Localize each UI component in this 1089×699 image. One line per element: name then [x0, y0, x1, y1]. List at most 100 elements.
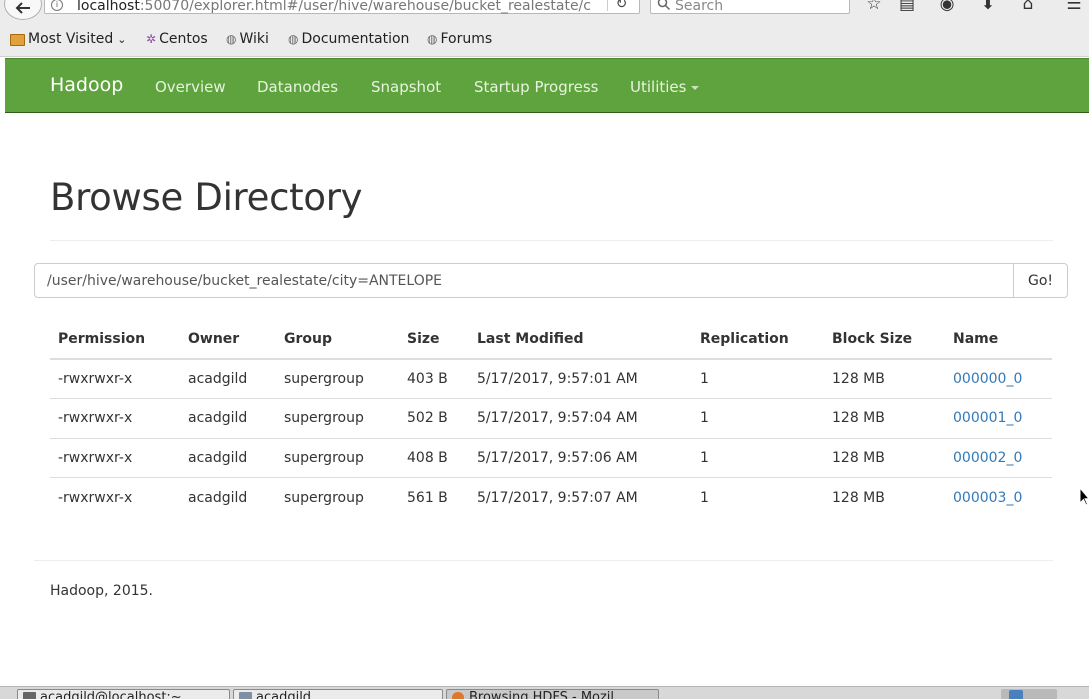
- col-size[interactable]: Size: [399, 319, 469, 360]
- cell-last-modified: 5/17/2017, 9:57:07 AM: [477, 489, 638, 506]
- cell-group: supergroup: [276, 398, 399, 439]
- page-title: Browse Directory: [50, 176, 363, 219]
- file-link[interactable]: 000003_0: [953, 490, 1022, 506]
- workspace-icon: [1009, 690, 1023, 699]
- globe-icon: ◍: [288, 32, 299, 46]
- folder-icon: [10, 34, 25, 46]
- nav-utilities[interactable]: Utilities: [630, 78, 700, 96]
- globe-icon: ◍: [226, 32, 237, 46]
- table-header-row: Permission Owner Group Size Last Modifie…: [50, 319, 1052, 360]
- address-bar[interactable]: i localhost:50070/explorer.html#/user/hi…: [44, 0, 640, 14]
- col-permission[interactable]: Permission: [50, 319, 180, 360]
- cell-name: 000003_0: [945, 478, 1052, 518]
- chevron-down-icon: ⌄: [117, 32, 127, 46]
- task-file-manager[interactable]: acadgild: [233, 689, 443, 699]
- nav-startup-progress[interactable]: Startup Progress: [474, 78, 598, 96]
- cell-last-modified: 5/17/2017, 9:57:01 AM: [469, 359, 692, 399]
- file-link[interactable]: 000001_0: [953, 410, 1022, 426]
- cell-last-modified: 5/17/2017, 9:57:04 AM: [469, 398, 692, 439]
- cell-group: supergroup: [284, 489, 364, 506]
- mouse-cursor-icon: [1079, 487, 1089, 506]
- cell-replication: 1: [700, 489, 709, 506]
- cell-permission: -rwxrwxr-x: [50, 398, 180, 439]
- cell-name: 000000_0: [945, 359, 1052, 399]
- centos-icon: ✲: [146, 32, 157, 46]
- divider: [50, 240, 1053, 241]
- directory-path-input[interactable]: [34, 263, 1014, 298]
- taskbar: acadgild@localhost:~ acadgild Browsing H…: [0, 686, 1089, 699]
- file-link[interactable]: 000002_0: [953, 450, 1022, 466]
- nav-overview[interactable]: Overview: [155, 78, 226, 96]
- cell-replication: 1: [692, 438, 824, 478]
- col-block-size[interactable]: Block Size: [824, 319, 945, 360]
- file-table: Permission Owner Group Size Last Modifie…: [50, 319, 1052, 517]
- navbar: Hadoop Overview Datanodes Snapshot Start…: [5, 58, 1089, 113]
- cell-name: 000002_0: [945, 438, 1052, 478]
- cell-block-size: 128 MB: [824, 398, 945, 439]
- firefox-icon: [452, 692, 464, 699]
- col-group[interactable]: Group: [276, 319, 399, 360]
- nav-snapshot[interactable]: Snapshot: [371, 78, 441, 96]
- caret-down-icon: [691, 85, 700, 90]
- nav-datanodes[interactable]: Datanodes: [257, 78, 338, 96]
- cell-size: 408 B: [399, 438, 469, 478]
- table-row: -rwxrwxr-x acadgild supergroup 561 B 5/1…: [50, 478, 1052, 518]
- back-button[interactable]: [4, 0, 42, 20]
- cell-block-size: 128 MB: [832, 489, 885, 506]
- reload-icon[interactable]: ↻: [607, 0, 635, 12]
- col-replication[interactable]: Replication: [692, 319, 824, 360]
- cell-group: supergroup: [276, 359, 399, 399]
- reading-list-icon[interactable]: ▤: [896, 0, 918, 14]
- search-icon: [657, 0, 671, 11]
- task-firefox[interactable]: Browsing HDFS - Mozil: [446, 689, 659, 699]
- cell-replication: 1: [692, 398, 824, 439]
- cell-size: 403 B: [399, 359, 469, 399]
- folder-icon: [239, 692, 252, 699]
- cell-permission: -rwxrwxr-x: [58, 489, 133, 506]
- pocket-icon[interactable]: ◉: [936, 0, 958, 14]
- col-name[interactable]: Name: [945, 319, 1052, 360]
- cell-owner: acadgild: [188, 489, 248, 506]
- cell-owner: acadgild: [180, 438, 276, 478]
- bookmark-wiki[interactable]: ◍ Wiki: [226, 31, 269, 47]
- cell-size: 502 B: [399, 398, 469, 439]
- bookmark-centos[interactable]: ✲ Centos: [146, 31, 208, 47]
- cell-group: supergroup: [276, 438, 399, 478]
- search-box[interactable]: Search: [650, 0, 850, 14]
- cell-permission: -rwxrwxr-x: [50, 359, 180, 399]
- cell-last-modified: 5/17/2017, 9:57:06 AM: [469, 438, 692, 478]
- file-link[interactable]: 000000_0: [953, 371, 1022, 387]
- bookmarks-bar: Most Visited ⌄ ✲ Centos ◍ Wiki ◍ Documen…: [0, 26, 1089, 57]
- info-icon[interactable]: i: [51, 0, 63, 11]
- bookmark-forums[interactable]: ◍ Forums: [427, 31, 492, 47]
- globe-icon: ◍: [427, 32, 438, 46]
- cell-block-size: 128 MB: [824, 359, 945, 399]
- search-placeholder: Search: [675, 0, 724, 14]
- table-row: -rwxrwxr-x acadgild supergroup 502 B 5/1…: [50, 398, 1052, 439]
- table-row: -rwxrwxr-x acadgild supergroup 408 B 5/1…: [50, 438, 1052, 478]
- cell-owner: acadgild: [180, 359, 276, 399]
- go-button[interactable]: Go!: [1013, 263, 1068, 298]
- cell-owner: acadgild: [180, 398, 276, 439]
- menu-icon[interactable]: ☰: [1063, 0, 1085, 14]
- col-owner[interactable]: Owner: [180, 319, 276, 360]
- address-text[interactable]: localhost:50070/explorer.html#/user/hive…: [77, 0, 597, 14]
- col-last-modified[interactable]: Last Modified: [469, 319, 692, 360]
- navbar-brand[interactable]: Hadoop: [50, 74, 123, 96]
- download-icon[interactable]: ⬇: [977, 0, 999, 14]
- back-arrow-icon: [15, 2, 30, 14]
- browser-toolbar: i localhost:50070/explorer.html#/user/hi…: [0, 0, 1089, 26]
- cell-replication: 1: [692, 359, 824, 399]
- system-tray[interactable]: [1001, 689, 1057, 699]
- divider: [34, 560, 1053, 561]
- cell-permission: -rwxrwxr-x: [50, 438, 180, 478]
- bookmark-star-icon[interactable]: ☆: [863, 0, 885, 14]
- footer-text: Hadoop, 2015.: [50, 583, 153, 599]
- table-row: -rwxrwxr-x acadgild supergroup 403 B 5/1…: [50, 359, 1052, 399]
- bookmark-most-visited[interactable]: Most Visited ⌄: [10, 31, 126, 47]
- task-terminal[interactable]: acadgild@localhost:~: [17, 689, 230, 699]
- bookmark-documentation[interactable]: ◍ Documentation: [288, 31, 409, 47]
- cell-block-size: 128 MB: [824, 438, 945, 478]
- home-icon[interactable]: ⌂: [1017, 0, 1039, 14]
- cell-name: 000001_0: [945, 398, 1052, 439]
